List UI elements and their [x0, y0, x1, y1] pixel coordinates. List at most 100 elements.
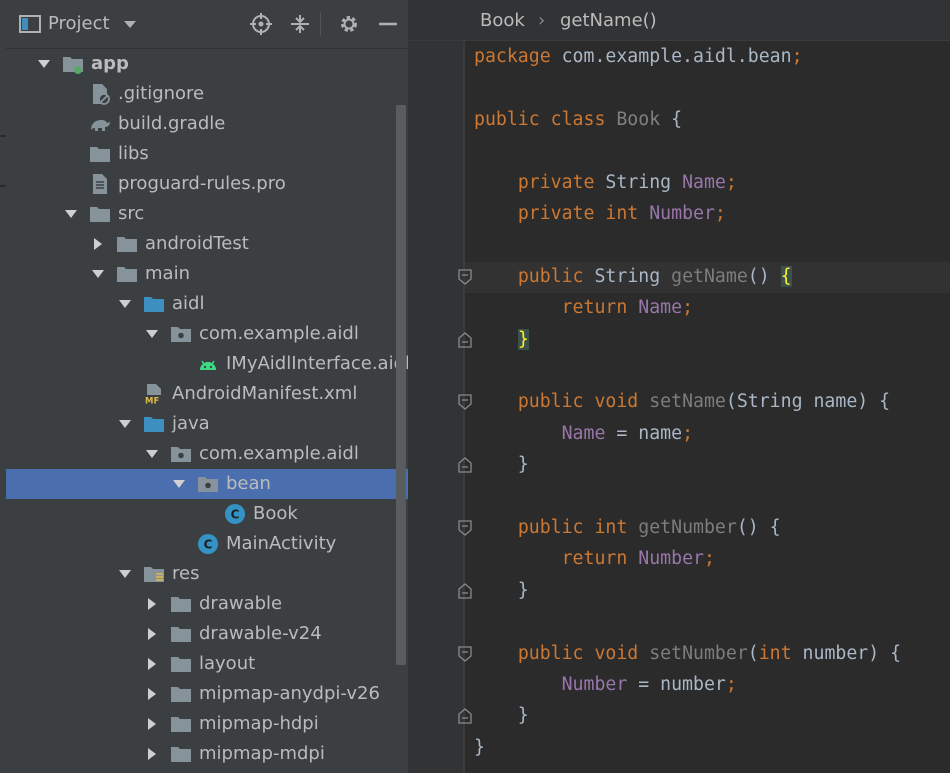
fold-start-icon[interactable]: [458, 645, 472, 662]
code-line[interactable]: return Name;: [474, 293, 693, 323]
expand-arrow-down-icon[interactable]: [116, 415, 134, 433]
code-token: Name: [638, 297, 683, 319]
expand-arrow-right-icon[interactable]: [143, 715, 161, 733]
expand-arrow-down-icon[interactable]: [89, 265, 107, 283]
code-line[interactable]: public class Book {: [474, 105, 682, 135]
code-line[interactable]: }: [474, 701, 529, 731]
tree-item-layout[interactable]: layout: [6, 649, 408, 679]
code-token: ;: [714, 203, 726, 224]
fold-start-icon[interactable]: [458, 269, 472, 285]
tree-item-src[interactable]: src: [6, 199, 408, 229]
code-token: }: [474, 736, 485, 758]
folder-icon: [170, 713, 192, 735]
tree-item-build-gradle[interactable]: build.gradle: [6, 109, 408, 139]
fold-end-icon[interactable]: [458, 708, 472, 725]
code-line[interactable]: public String getName() {: [474, 262, 792, 292]
code-line[interactable]: }: [474, 325, 529, 355]
code-token: ;: [725, 674, 737, 695]
tree-item-com-example-aidl[interactable]: com.example.aidl: [6, 319, 408, 349]
tree-item-main[interactable]: main: [6, 259, 408, 289]
code-line[interactable]: private String Name;: [474, 168, 737, 198]
class-icon: C: [224, 503, 246, 525]
fold-end-icon[interactable]: [458, 582, 472, 599]
tree-item-com-example-aidl[interactable]: com.example.aidl: [6, 439, 408, 469]
gear-icon[interactable]: [337, 12, 361, 36]
tree-item-imyaidlinterface-aidl[interactable]: IMyAidlInterface.aidl: [6, 349, 408, 379]
code-line[interactable]: public void setNumber(int number) {: [474, 639, 901, 669]
code-line[interactable]: public void setName(String name) {: [474, 387, 890, 417]
tree-item-drawable[interactable]: drawable: [6, 589, 408, 619]
resource-folder-icon: [143, 563, 165, 585]
tree-item-androidmanifest-xml[interactable]: MF AndroidManifest.xml: [6, 379, 408, 409]
expand-arrow-down-icon[interactable]: [116, 295, 134, 313]
tree-item-mipmap-anydpi-v26[interactable]: mipmap-anydpi-v26: [6, 679, 408, 709]
expand-arrow-right-icon[interactable]: [143, 625, 161, 643]
chevron-down-icon[interactable]: [118, 12, 142, 36]
code-line[interactable]: Name = name;: [474, 419, 693, 449]
expand-arrow-down-icon[interactable]: [170, 475, 188, 493]
code-line[interactable]: }: [474, 576, 529, 606]
expand-arrow-right-icon[interactable]: [143, 655, 161, 673]
code-token: public class: [474, 108, 606, 130]
tree-item-label: main: [145, 263, 190, 284]
code-line[interactable]: package com.example.aidl.bean;: [474, 42, 803, 72]
tree-item-book[interactable]: C Book: [6, 499, 408, 529]
expand-arrow-down-icon[interactable]: [143, 445, 161, 463]
fold-end-icon[interactable]: [458, 457, 472, 473]
tree-item-java[interactable]: java: [6, 409, 408, 439]
tree-item-libs[interactable]: libs: [6, 139, 408, 169]
code-token: com.example.aidl.bean: [550, 46, 792, 67]
code-token: Name: [682, 171, 726, 193]
collapse-icon[interactable]: [288, 12, 312, 36]
expand-arrow-right-icon[interactable]: [143, 685, 161, 703]
code-token: }: [517, 328, 529, 350]
tree-item-label: mipmap-mdpi: [199, 743, 325, 764]
breadcrumb-method[interactable]: getName(): [560, 9, 657, 33]
android-icon: [197, 353, 219, 375]
code-line[interactable]: Number = number;: [474, 670, 737, 700]
tree-item-app[interactable]: app: [6, 49, 408, 79]
tree-item-label: Book: [253, 503, 298, 524]
expand-arrow-down-icon[interactable]: [62, 205, 80, 223]
code-line[interactable]: private int Number;: [474, 199, 726, 229]
tree-item-mipmap-mdpi[interactable]: mipmap-mdpi: [6, 739, 408, 769]
tree-item-res[interactable]: res: [6, 559, 408, 589]
expand-arrow-right-icon[interactable]: [89, 235, 107, 253]
tree-item-mipmap-hdpi[interactable]: mipmap-hdpi: [6, 709, 408, 739]
code-token: String: [583, 265, 672, 287]
tree-item-label: com.example.aidl: [199, 443, 359, 464]
code-line[interactable]: }: [474, 733, 485, 763]
project-view-icon[interactable]: [18, 12, 42, 36]
breadcrumb-class[interactable]: Book: [480, 9, 525, 33]
tree-item--gitignore[interactable]: .gitignore: [6, 79, 408, 109]
tree-item-androidtest[interactable]: androidTest: [6, 229, 408, 259]
tree-scrollbar[interactable]: [396, 105, 406, 665]
tree-item-bean[interactable]: bean: [6, 469, 408, 499]
tree-item-drawable-v24[interactable]: drawable-v24: [6, 619, 408, 649]
tree-item-label: proguard-rules.pro: [118, 173, 286, 194]
project-panel-title[interactable]: Project: [48, 12, 110, 36]
minimize-icon[interactable]: [376, 12, 400, 36]
tree-item-label: MainActivity: [226, 533, 337, 554]
code-line[interactable]: public int getNumber() {: [474, 513, 781, 543]
folder-icon: [170, 653, 192, 675]
expand-arrow-down-icon[interactable]: [35, 55, 53, 73]
fold-start-icon[interactable]: [458, 394, 472, 411]
expand-arrow-right-icon[interactable]: [143, 745, 161, 763]
code-token: public: [517, 265, 584, 287]
tree-item-proguard-rules-pro[interactable]: proguard-rules.pro: [6, 169, 408, 199]
tree-item-aidl[interactable]: aidl: [6, 289, 408, 319]
tree-item-mainactivity[interactable]: C MainActivity: [6, 529, 408, 559]
expand-arrow-down-icon[interactable]: [143, 325, 161, 343]
code-token: (): [747, 265, 781, 287]
expand-arrow-right-icon[interactable]: [143, 595, 161, 613]
fold-end-icon[interactable]: [458, 331, 472, 348]
fold-start-icon[interactable]: [458, 520, 472, 536]
code-line[interactable]: return Number;: [474, 544, 715, 574]
crosshair-icon[interactable]: [249, 12, 273, 36]
code-line[interactable]: }: [474, 450, 529, 480]
tree-item-label: res: [172, 563, 200, 584]
expand-arrow-down-icon[interactable]: [116, 565, 134, 583]
code-token: int: [758, 642, 792, 664]
